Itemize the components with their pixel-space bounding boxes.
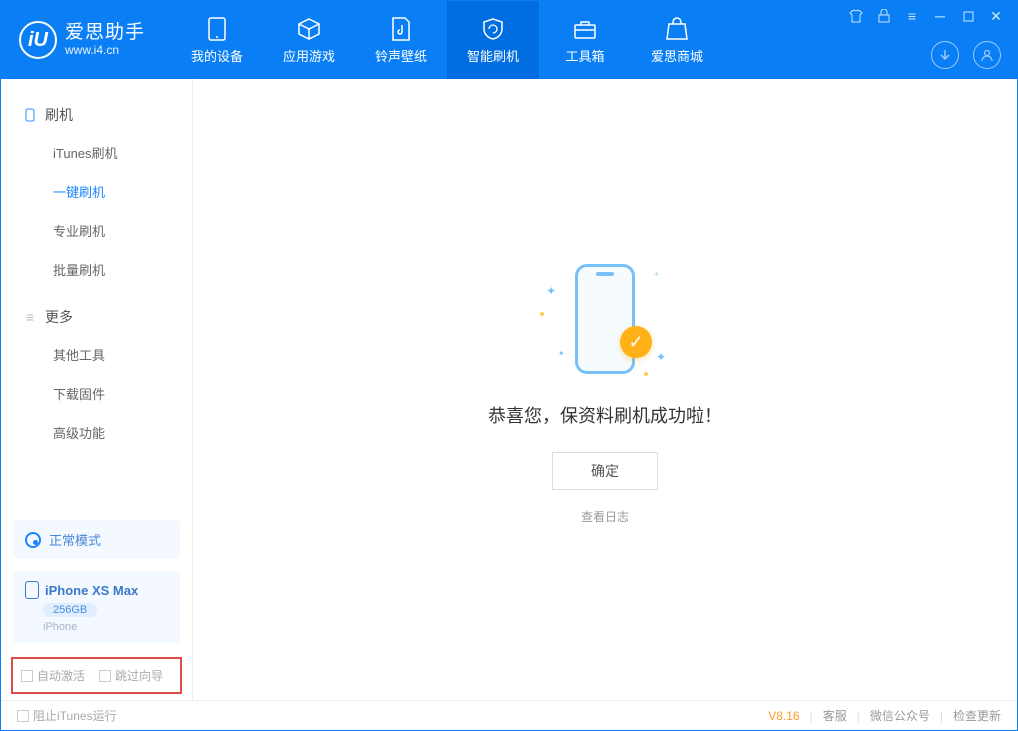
sidebar-item-download-firmware[interactable]: 下载固件: [1, 374, 192, 413]
sparkle-icon: ✦: [653, 270, 660, 279]
app-subtitle: www.i4.cn: [65, 44, 145, 58]
body: 刷机 iTunes刷机 一键刷机 专业刷机 批量刷机 ≡ 更多 其他工具 下载固…: [1, 79, 1017, 700]
highlighted-checkbox-area: 自动激活 跳过向导: [11, 657, 182, 694]
nav-my-device[interactable]: 我的设备: [171, 1, 263, 79]
dot-icon: [644, 372, 648, 376]
app-logo-icon: iU: [19, 21, 57, 59]
toolbox-icon: [572, 16, 598, 42]
check-update-link[interactable]: 检查更新: [953, 707, 1001, 724]
download-button[interactable]: [931, 41, 959, 69]
view-log-link[interactable]: 查看日志: [581, 508, 629, 525]
sidebar-group-title: 刷机: [45, 105, 73, 125]
device-capacity: 256GB: [43, 603, 97, 617]
device-name-row: iPhone XS Max: [25, 581, 138, 599]
success-illustration: ✦ ✦ ✦ ✦ ✓: [540, 254, 670, 384]
music-file-icon: [388, 16, 414, 42]
checkbox-skip-guide[interactable]: 跳过向导: [99, 667, 163, 684]
nav-flash[interactable]: 智能刷机: [447, 1, 539, 79]
checkbox-icon: [17, 710, 29, 722]
sidebar-item-oneclick-flash[interactable]: 一键刷机: [1, 172, 192, 211]
cube-icon: [296, 16, 322, 42]
shield-refresh-icon: [480, 16, 506, 42]
separator: |: [810, 709, 813, 723]
ok-button[interactable]: 确定: [552, 452, 658, 490]
footer-left: 阻止iTunes运行: [17, 707, 117, 724]
nav-ringtones[interactable]: 铃声壁纸: [355, 1, 447, 79]
mode-card[interactable]: 正常模式: [13, 520, 180, 559]
nav-label: 应用游戏: [283, 46, 335, 65]
sparkle-icon: ✦: [656, 350, 666, 364]
close-icon[interactable]: ✕: [987, 7, 1005, 25]
nav-label: 铃声壁纸: [375, 46, 427, 65]
checkbox-icon: [99, 670, 111, 682]
separator: |: [857, 709, 860, 723]
sidebar-item-other-tools[interactable]: 其他工具: [1, 335, 192, 374]
device-phone-icon: [25, 581, 39, 599]
wechat-link[interactable]: 微信公众号: [870, 707, 930, 724]
logo-text: 爱思助手 www.i4.cn: [65, 22, 145, 58]
support-link[interactable]: 客服: [823, 707, 847, 724]
device-card[interactable]: iPhone XS Max 256GB iPhone: [13, 571, 180, 643]
nav-label: 爱思商城: [651, 46, 703, 65]
check-badge-icon: ✓: [620, 326, 652, 358]
nav-toolbox[interactable]: 工具箱: [539, 1, 631, 79]
window-controls-top: ≡ ─ ✕: [847, 7, 1005, 25]
header-actions: [931, 41, 1001, 69]
top-nav: 我的设备 应用游戏 铃声壁纸 智能刷机 工具箱 爱思商城: [171, 1, 723, 79]
footer-right: V8.16 | 客服 | 微信公众号 | 检查更新: [768, 707, 1001, 724]
nav-label: 工具箱: [565, 46, 604, 65]
dot-icon: [540, 312, 544, 316]
checkbox-label: 跳过向导: [115, 667, 163, 684]
sidebar-item-advanced[interactable]: 高级功能: [1, 413, 192, 452]
list-icon: ≡: [23, 310, 37, 324]
bag-icon: [664, 16, 690, 42]
lock-icon[interactable]: [875, 7, 893, 25]
sidebar-head-flash: 刷机: [1, 97, 192, 133]
minimize-icon[interactable]: ─: [931, 7, 949, 25]
sidebar: 刷机 iTunes刷机 一键刷机 专业刷机 批量刷机 ≡ 更多 其他工具 下载固…: [1, 79, 193, 700]
version-label: V8.16: [768, 709, 799, 723]
tshirt-icon[interactable]: [847, 7, 865, 25]
sidebar-item-batch-flash[interactable]: 批量刷机: [1, 250, 192, 289]
device-type: iPhone: [43, 621, 77, 633]
mode-label: 正常模式: [49, 530, 101, 549]
sidebar-item-itunes-flash[interactable]: iTunes刷机: [1, 133, 192, 172]
header: iU 爱思助手 www.i4.cn 我的设备 应用游戏 铃声壁纸 智能刷机 工具…: [1, 1, 1017, 79]
phone-outline-icon: [575, 264, 635, 374]
logo-area: iU 爱思助手 www.i4.cn: [1, 1, 171, 79]
sparkle-icon: ✦: [558, 349, 565, 358]
checkbox-icon: [21, 670, 33, 682]
status-bar: 阻止iTunes运行 V8.16 | 客服 | 微信公众号 | 检查更新: [1, 700, 1017, 730]
separator: |: [940, 709, 943, 723]
checkbox-label: 阻止iTunes运行: [33, 707, 117, 724]
success-message: 恭喜您，保资料刷机成功啦！: [488, 402, 722, 428]
checkbox-label: 自动激活: [37, 667, 85, 684]
sidebar-head-more: ≡ 更多: [1, 299, 192, 335]
app-title: 爱思助手: [65, 22, 145, 44]
menu-icon[interactable]: ≡: [903, 7, 921, 25]
mode-dot-icon: [25, 532, 41, 548]
sidebar-group-title: 更多: [45, 307, 73, 327]
device-name: iPhone XS Max: [45, 583, 138, 598]
maximize-icon[interactable]: [959, 7, 977, 25]
user-button[interactable]: [973, 41, 1001, 69]
phone-icon: [23, 108, 37, 122]
main-content: ✦ ✦ ✦ ✦ ✓ 恭喜您，保资料刷机成功啦！ 确定 查看日志: [193, 79, 1017, 700]
sidebar-group-more: ≡ 更多 其他工具 下载固件 高级功能: [1, 299, 192, 452]
sidebar-item-pro-flash[interactable]: 专业刷机: [1, 211, 192, 250]
nav-label: 我的设备: [191, 46, 243, 65]
sparkle-icon: ✦: [546, 284, 556, 298]
nav-apps[interactable]: 应用游戏: [263, 1, 355, 79]
sidebar-group-flash: 刷机 iTunes刷机 一键刷机 专业刷机 批量刷机: [1, 97, 192, 289]
nav-store[interactable]: 爱思商城: [631, 1, 723, 79]
nav-label: 智能刷机: [467, 46, 519, 65]
checkbox-auto-activate[interactable]: 自动激活: [21, 667, 85, 684]
device-icon: [204, 16, 230, 42]
checkbox-block-itunes[interactable]: 阻止iTunes运行: [17, 707, 117, 724]
